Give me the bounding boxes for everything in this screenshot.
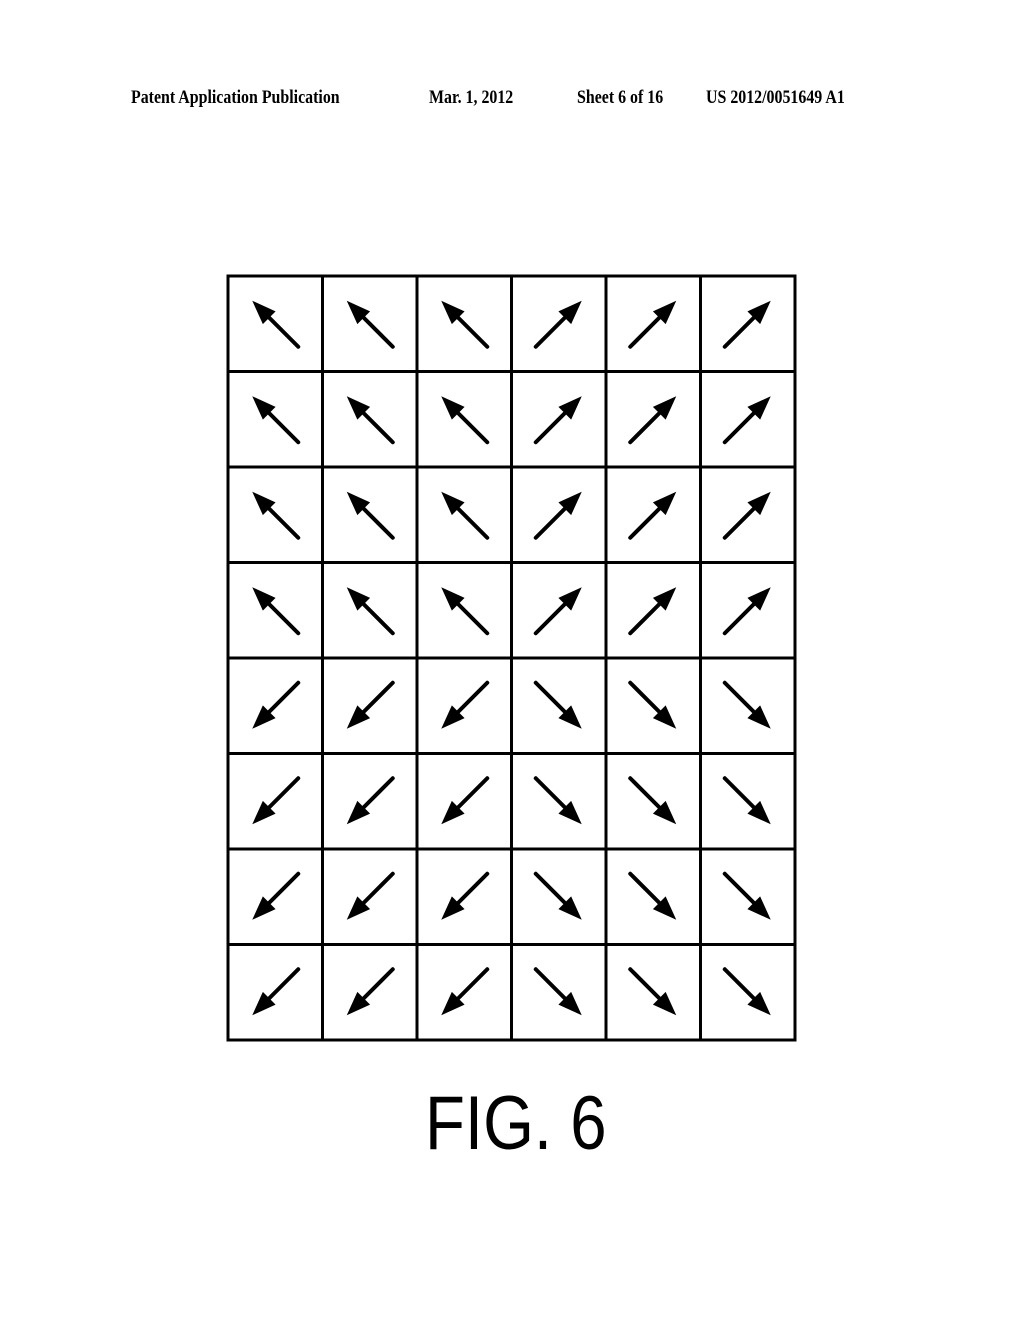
arrow-sw-icon xyxy=(252,776,301,825)
arrow-shaft xyxy=(453,871,490,908)
arrow-shaft xyxy=(533,776,570,813)
arrow-shaft xyxy=(628,967,665,1004)
arrow-nw-icon xyxy=(346,587,395,636)
arrow-sw-icon xyxy=(441,776,490,825)
arrow-se-icon xyxy=(533,680,582,729)
arrow-shaft xyxy=(358,680,395,717)
arrow-shaft xyxy=(264,967,301,1004)
arrow-nw-icon xyxy=(252,396,301,445)
arrow-sw-icon xyxy=(441,871,490,920)
arrow-shaft xyxy=(264,503,301,540)
arrow-shaft xyxy=(264,680,301,717)
arrow-nw-icon xyxy=(441,587,490,636)
arrow-ne-icon xyxy=(628,491,677,540)
arrow-shaft xyxy=(722,312,759,349)
arrow-shaft xyxy=(722,871,759,908)
arrow-shaft xyxy=(358,871,395,908)
arrow-nw-icon xyxy=(252,587,301,636)
arrow-nw-icon xyxy=(252,491,301,540)
arrow-sw-icon xyxy=(346,776,395,825)
arrow-ne-icon xyxy=(533,491,582,540)
arrow-ne-icon xyxy=(628,300,677,349)
arrow-shaft xyxy=(264,599,301,636)
arrow-shaft xyxy=(358,776,395,813)
arrow-shaft xyxy=(722,967,759,1004)
figure-label: FIG. 6 xyxy=(425,1081,607,1166)
arrow-se-icon xyxy=(722,871,771,920)
arrow-ne-icon xyxy=(533,300,582,349)
arrow-nw-icon xyxy=(346,491,395,540)
arrow-shaft xyxy=(453,503,490,540)
arrow-ne-icon xyxy=(628,587,677,636)
arrow-shaft xyxy=(453,408,490,445)
arrow-ne-icon xyxy=(722,396,771,445)
arrow-shaft xyxy=(533,680,570,717)
arrow-shaft xyxy=(533,599,570,636)
arrow-shaft xyxy=(533,967,570,1004)
arrow-shaft xyxy=(533,503,570,540)
arrow-ne-icon xyxy=(722,587,771,636)
arrow-shaft xyxy=(628,680,665,717)
arrow-ne-icon xyxy=(628,396,677,445)
arrow-shaft xyxy=(722,408,759,445)
arrow-nw-icon xyxy=(441,300,490,349)
arrow-shaft xyxy=(358,967,395,1004)
arrow-shaft xyxy=(533,871,570,908)
arrow-shaft xyxy=(358,599,395,636)
arrow-shaft xyxy=(453,776,490,813)
arrow-shaft xyxy=(358,312,395,349)
arrow-nw-icon xyxy=(346,396,395,445)
arrow-se-icon xyxy=(722,680,771,729)
arrow-nw-icon xyxy=(441,396,490,445)
arrow-shaft xyxy=(453,599,490,636)
arrow-se-icon xyxy=(628,967,677,1016)
arrow-shaft xyxy=(264,871,301,908)
arrow-shaft xyxy=(722,680,759,717)
arrow-shaft xyxy=(264,408,301,445)
arrow-sw-icon xyxy=(346,967,395,1016)
arrow-se-icon xyxy=(533,871,582,920)
arrow-se-icon xyxy=(722,776,771,825)
arrow-shaft xyxy=(628,312,665,349)
arrow-se-icon xyxy=(628,680,677,729)
arrow-nw-icon xyxy=(441,491,490,540)
arrow-se-icon xyxy=(533,776,582,825)
arrow-shaft xyxy=(453,680,490,717)
arrow-sw-icon xyxy=(441,967,490,1016)
arrow-ne-icon xyxy=(533,396,582,445)
arrow-se-icon xyxy=(533,967,582,1016)
arrow-shaft xyxy=(533,408,570,445)
arrow-shaft xyxy=(722,776,759,813)
arrow-shaft xyxy=(453,312,490,349)
arrow-shaft xyxy=(453,967,490,1004)
arrow-sw-icon xyxy=(252,680,301,729)
arrow-shaft xyxy=(628,871,665,908)
arrow-nw-icon xyxy=(346,300,395,349)
arrow-ne-icon xyxy=(533,587,582,636)
arrow-sw-icon xyxy=(346,680,395,729)
arrow-ne-icon xyxy=(722,300,771,349)
arrow-shaft xyxy=(264,776,301,813)
arrow-shaft xyxy=(628,599,665,636)
arrow-sw-icon xyxy=(252,871,301,920)
arrow-shaft xyxy=(722,503,759,540)
arrow-se-icon xyxy=(628,871,677,920)
arrow-nw-icon xyxy=(252,300,301,349)
arrow-shaft xyxy=(628,776,665,813)
arrow-shaft xyxy=(628,503,665,540)
arrow-shaft xyxy=(722,599,759,636)
arrow-sw-icon xyxy=(441,680,490,729)
arrow-shaft xyxy=(358,408,395,445)
arrow-ne-icon xyxy=(722,491,771,540)
arrow-se-icon xyxy=(722,967,771,1016)
arrow-shaft xyxy=(358,503,395,540)
arrow-sw-icon xyxy=(346,871,395,920)
arrow-sw-icon xyxy=(252,967,301,1016)
arrow-shaft xyxy=(264,312,301,349)
arrow-shaft xyxy=(628,408,665,445)
arrow-shaft xyxy=(533,312,570,349)
arrow-se-icon xyxy=(628,776,677,825)
